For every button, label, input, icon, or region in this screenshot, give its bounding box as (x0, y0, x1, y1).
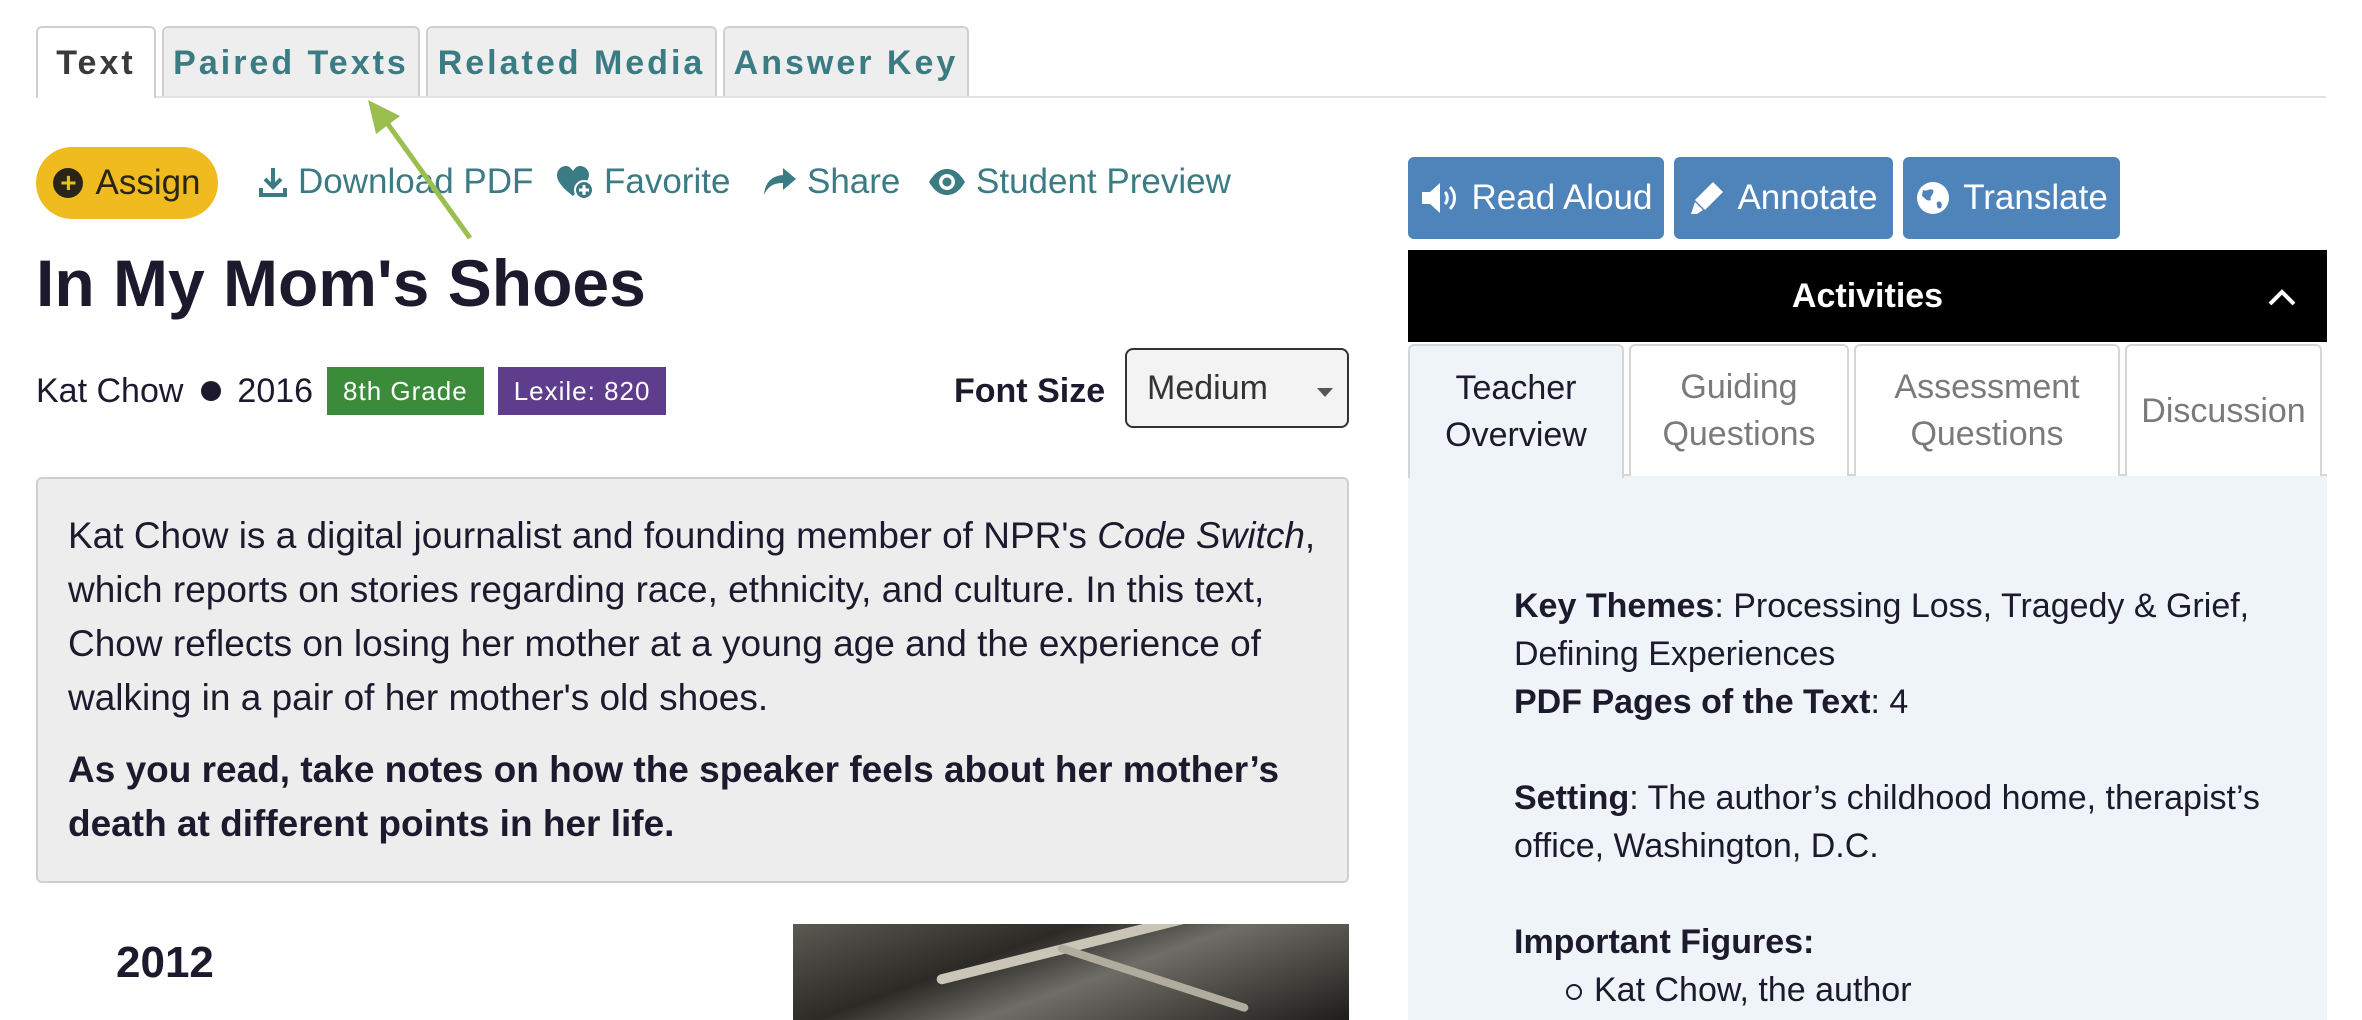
annotate-button[interactable]: Annotate (1674, 157, 1893, 239)
tab-line1: Discussion (2141, 391, 2306, 430)
favorite-link[interactable]: Favorite (556, 156, 730, 208)
intro-box: Kat Chow is a digital journalist and fou… (36, 477, 1349, 883)
tab-teacher-overview[interactable]: Teacher Overview (1408, 344, 1624, 478)
important-figures-list: Kat Chow, the author (1514, 966, 2294, 1014)
volume-icon (1421, 183, 1456, 213)
page-title: In My Mom's Shoes (36, 246, 646, 320)
intro-text-italic: Code Switch (1097, 515, 1305, 556)
share-link[interactable]: Share (763, 156, 900, 208)
separator-dot-icon (201, 381, 222, 401)
tab-line2: Questions (1662, 415, 1816, 453)
download-icon (259, 168, 287, 197)
list-item: Kat Chow, the author (1566, 966, 2294, 1014)
figures-label-text: Important Figures: (1514, 923, 1815, 961)
tab-discussion[interactable]: Discussion (2125, 344, 2322, 476)
pdf-pages: PDF Pages of the Text: 4 (1514, 678, 2294, 726)
tab-related-media[interactable]: Related Media (426, 26, 717, 96)
eye-icon (929, 169, 965, 195)
font-size-value: Medium (1147, 369, 1268, 407)
pdf-pages-value: : 4 (1870, 683, 1909, 721)
assign-label: Assign (95, 163, 201, 202)
share-label: Share (807, 162, 901, 201)
important-figures-label: Important Figures: (1514, 918, 2294, 966)
tab-answer-key[interactable]: Answer Key (723, 26, 969, 96)
tab-line1: Teacher (1455, 369, 1577, 407)
tab-paired-texts[interactable]: Paired Texts (162, 26, 420, 96)
student-preview-link[interactable]: Student Preview (928, 156, 1231, 208)
section-year: 2012 (116, 938, 214, 987)
tab-line2: Overview (1445, 416, 1587, 454)
assign-button[interactable]: + Assign (36, 147, 218, 219)
tab-guiding-questions[interactable]: Guiding Questions (1629, 344, 1849, 476)
key-themes: Key Themes: Processing Loss, Tragedy & G… (1514, 582, 2294, 678)
favorite-label: Favorite (604, 162, 731, 201)
author-name: Kat Chow (36, 371, 184, 410)
font-size-label: Font Size (954, 372, 1106, 410)
text-image (793, 924, 1349, 1020)
text-meta: Kat Chow 2016 8th Grade Lexile: 820 (36, 365, 667, 417)
tab-text[interactable]: Text (36, 26, 156, 98)
grade-badge: 8th Grade (327, 367, 484, 415)
intro-text: Kat Chow is a digital journalist and fou… (68, 509, 1317, 725)
tab-assessment-questions[interactable]: Assessment Questions (1854, 344, 2120, 476)
pdf-pages-label: PDF Pages of the Text (1514, 683, 1871, 721)
font-size-select[interactable]: Medium (1125, 348, 1349, 428)
caret-down-icon (1317, 388, 1333, 397)
tab-line1: Guiding (1680, 368, 1798, 406)
student-preview-label: Student Preview (976, 162, 1231, 201)
share-arrow-icon (764, 168, 796, 195)
setting-label: Setting (1514, 779, 1630, 817)
lexile-badge: Lexile: 820 (497, 367, 667, 415)
plus-circle-icon: + (53, 168, 84, 198)
heart-plus-icon (557, 166, 594, 199)
publication-year: 2016 (237, 371, 314, 410)
tab-line2: Questions (1910, 415, 2064, 453)
tab-line1: Assessment (1894, 368, 2080, 406)
annotate-label: Annotate (1737, 178, 1878, 217)
read-aloud-button[interactable]: Read Aloud (1408, 157, 1664, 239)
read-aloud-label: Read Aloud (1471, 178, 1653, 217)
activities-header[interactable]: Activities (1408, 250, 2327, 342)
translate-label: Translate (1963, 178, 2108, 217)
intro-text-part1: Kat Chow is a digital journalist and fou… (68, 515, 1098, 556)
reading-instruction: As you read, take notes on how the speak… (68, 749, 1280, 844)
globe-icon (1917, 182, 1950, 214)
annotation-arrow-icon (368, 100, 473, 240)
activities-title: Activities (1791, 277, 1944, 315)
key-themes-label: Key Themes (1514, 587, 1715, 625)
setting: Setting: The author’s childhood home, th… (1514, 774, 2294, 870)
highlighter-icon (1691, 182, 1724, 214)
teacher-overview-content: Key Themes: Processing Loss, Tragedy & G… (1514, 582, 2294, 1014)
translate-button[interactable]: Translate (1903, 157, 2120, 239)
